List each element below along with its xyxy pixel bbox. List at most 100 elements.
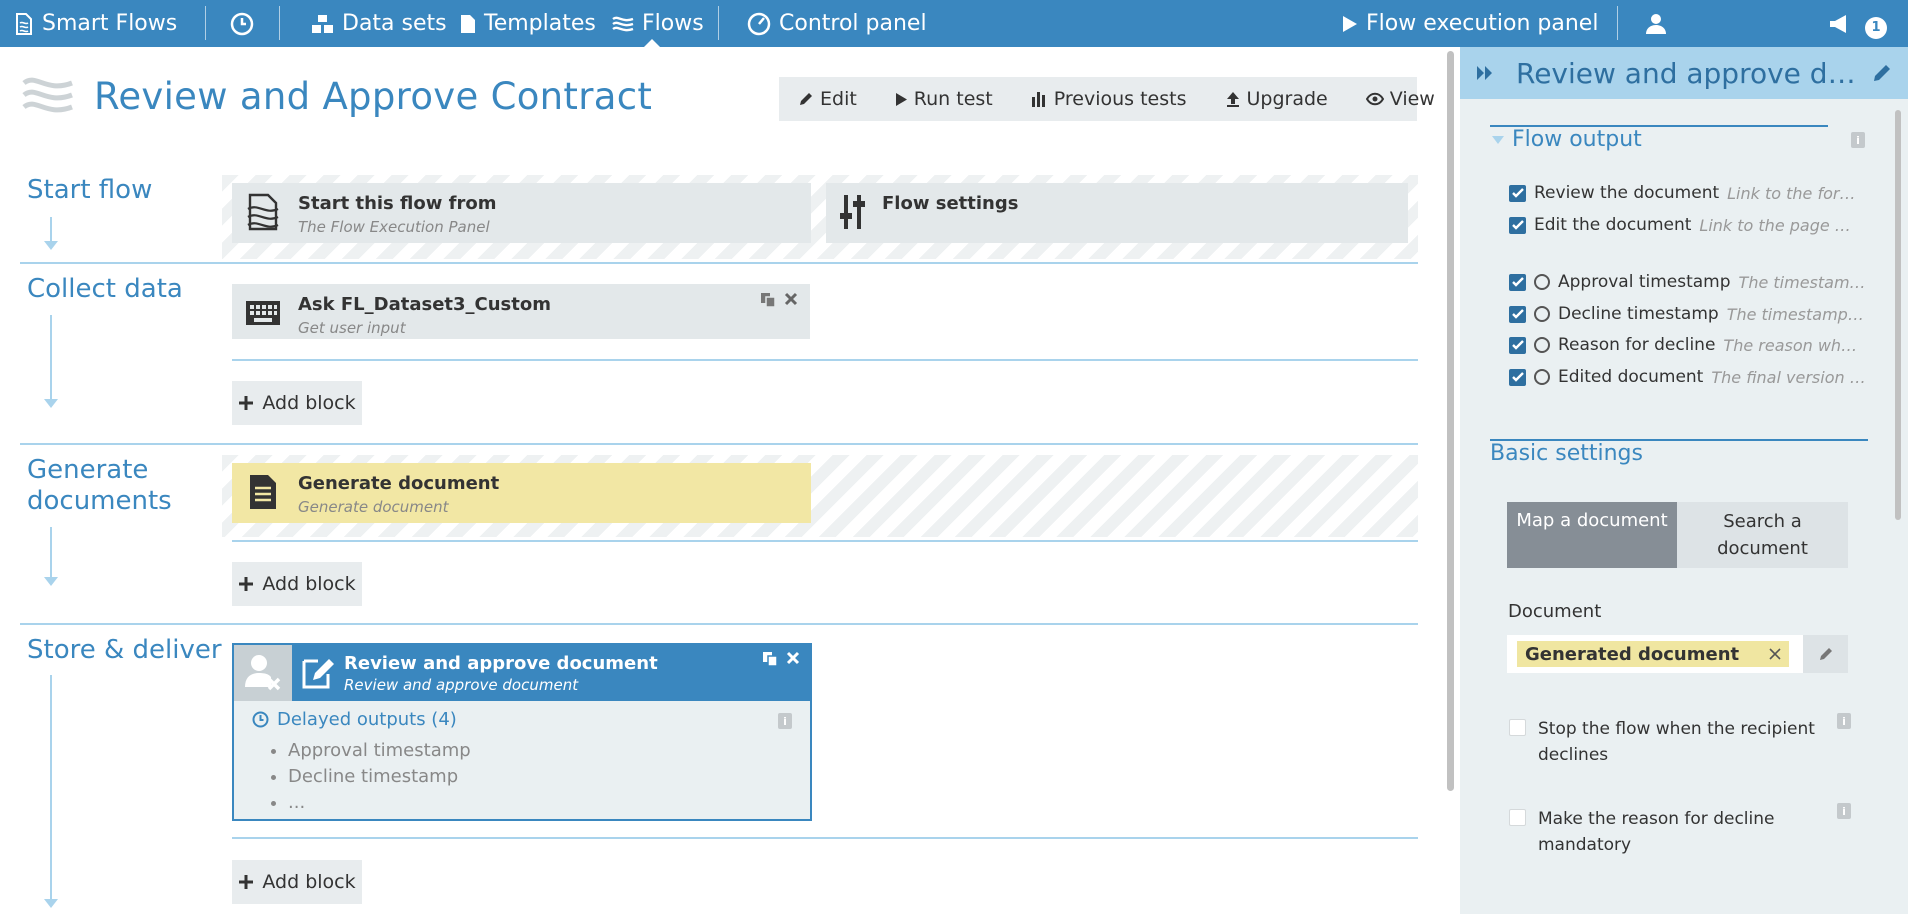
upgrade-label: Upgrade (1246, 88, 1328, 110)
eye-icon (1365, 92, 1384, 106)
output-desc: The final version of... (1711, 367, 1870, 387)
file-icon (461, 14, 475, 33)
add-block-button[interactable]: Add block (232, 562, 362, 606)
nav-history[interactable] (230, 0, 254, 47)
generate-document-block[interactable]: Generate document Generate document (232, 463, 811, 523)
add-block-label: Add block (262, 871, 356, 893)
nav-brand-label: Smart Flows (42, 11, 178, 36)
nav-flow-execution[interactable]: Flow execution panel (1342, 0, 1598, 47)
previous-tests-label: Previous tests (1053, 88, 1187, 110)
nav-flow-execution-label: Flow execution panel (1366, 11, 1599, 36)
pencil-icon[interactable] (1872, 63, 1892, 83)
view-button[interactable]: View (1347, 88, 1442, 110)
add-block-button[interactable]: Add block (232, 381, 362, 425)
add-block-label: Add block (262, 573, 356, 595)
clock-icon (230, 12, 254, 35)
info-icon[interactable]: i (778, 713, 792, 729)
close-icon[interactable] (784, 292, 798, 306)
previous-tests-button[interactable]: Previous tests (1012, 88, 1206, 110)
run-test-label: Run test (913, 88, 993, 110)
upload-icon (1226, 92, 1239, 107)
output-row[interactable]: Review the document Link to the form ... (1509, 183, 1863, 203)
scrollbar-thumb[interactable] (1447, 51, 1454, 791)
generate-document-subtitle: Generate document (298, 498, 449, 516)
top-navbar: Smart Flows Data sets Templates Flows Co… (0, 0, 1908, 47)
add-block-button[interactable]: Add block (232, 860, 362, 904)
document-field[interactable]: Generated document (1507, 635, 1803, 673)
clock-icon (1534, 337, 1550, 353)
checkbox-checked[interactable] (1509, 184, 1526, 202)
upgrade-button[interactable]: Upgrade (1206, 88, 1347, 110)
flow-toolbar: Edit Run test Previous tests Upgrade Vie… (779, 77, 1435, 121)
output-row[interactable]: Edit the document Link to the page wh... (1509, 215, 1861, 235)
copy-icon[interactable] (760, 292, 776, 308)
info-icon[interactable]: i (1837, 803, 1851, 819)
nav-templates[interactable]: Templates (460, 0, 596, 47)
output-row[interactable]: Decline timestamp The timestamp w... (1509, 304, 1869, 324)
nav-notifications[interactable]: 1 (1829, 0, 1887, 47)
output-row[interactable]: Reason for decline The reason why ... (1509, 335, 1857, 355)
play-icon (895, 92, 907, 106)
nav-separator (279, 6, 280, 40)
review-approve-title: Review and approve document (344, 653, 658, 674)
copy-icon[interactable] (762, 651, 778, 667)
edit-label: Edit (820, 88, 857, 110)
remove-icon[interactable] (1769, 648, 1781, 660)
run-test-button[interactable]: Run test (876, 88, 1012, 110)
review-approve-subtitle: Review and approve document (344, 676, 579, 694)
nav-control-panel[interactable]: Control panel (747, 0, 927, 47)
document-chip-label: Generated document (1525, 643, 1740, 665)
checkbox-checked[interactable] (1509, 305, 1526, 323)
section-connector (50, 217, 52, 241)
flow-output-title: Flow output (1512, 127, 1642, 152)
checkbox-unchecked[interactable] (1509, 809, 1526, 826)
collapse-panel-icon[interactable] (1476, 65, 1494, 81)
dashboard-icon (747, 12, 771, 35)
flow-settings-title: Flow settings (882, 193, 1019, 214)
start-from-block[interactable]: Start this flow from The Flow Execution … (232, 183, 811, 243)
document-chip[interactable]: Generated document (1517, 641, 1790, 667)
stop-flow-line2: declines (1538, 745, 1609, 765)
delayed-outputs-toggle[interactable]: Delayed outputs (4) i (234, 701, 810, 738)
ask-dataset-subtitle: Get user input (298, 319, 406, 337)
sliders-icon (838, 193, 868, 231)
output-label: Reason for decline (1558, 335, 1716, 355)
flow-editor: Review and Approve Contract Edit Run tes… (0, 47, 1442, 914)
section-arrow (44, 899, 58, 908)
flow-output-header[interactable]: Flow output (1492, 127, 1642, 152)
notification-count: 1 (1865, 16, 1887, 39)
info-icon[interactable]: i (1837, 713, 1851, 729)
ask-dataset-block[interactable]: Ask FL_Dataset3_Custom Get user input (232, 284, 810, 339)
checkbox-checked[interactable] (1509, 368, 1526, 386)
checkbox-checked[interactable] (1509, 336, 1526, 354)
reason-mandatory-option[interactable]: Make the reason for decline mandatory (1509, 806, 1774, 858)
section-arrow (44, 577, 58, 586)
checkbox-checked[interactable] (1509, 216, 1526, 234)
main-scrollbar[interactable] (1442, 47, 1460, 914)
nav-separator (205, 6, 206, 40)
pencil-icon (1819, 648, 1832, 660)
plus-icon (239, 577, 254, 591)
block-divider (232, 359, 1418, 361)
flow-settings-block[interactable]: Flow settings (826, 183, 1408, 243)
map-document-toggle[interactable]: Map a document (1507, 502, 1677, 568)
page-title: Review and Approve Contract (94, 75, 653, 118)
edit-document-button[interactable] (1803, 635, 1848, 673)
checkbox-unchecked[interactable] (1509, 719, 1526, 736)
review-approve-block[interactable]: Review and approve document Review and a… (232, 643, 812, 821)
stop-flow-option[interactable]: Stop the flow when the recipient decline… (1509, 716, 1815, 768)
output-row[interactable]: Approval timestamp The timestamp ... (1509, 272, 1869, 292)
search-document-toggle[interactable]: Search a document (1677, 502, 1848, 568)
output-row[interactable]: Edited document The final version of... (1509, 367, 1869, 387)
edit-button[interactable]: Edit (779, 88, 876, 110)
info-icon[interactable]: i (1851, 132, 1865, 148)
close-icon[interactable] (786, 651, 800, 665)
nav-datasets[interactable]: Data sets (312, 0, 447, 47)
nav-datasets-label: Data sets (342, 11, 447, 36)
nav-brand[interactable]: Smart Flows (14, 0, 177, 47)
reason-mandatory-line2: mandatory (1538, 835, 1632, 855)
bar-chart-icon (1031, 92, 1045, 107)
nav-user[interactable] (1645, 0, 1667, 47)
checkbox-checked[interactable] (1509, 273, 1526, 291)
panel-scrollbar[interactable] (1895, 110, 1901, 520)
